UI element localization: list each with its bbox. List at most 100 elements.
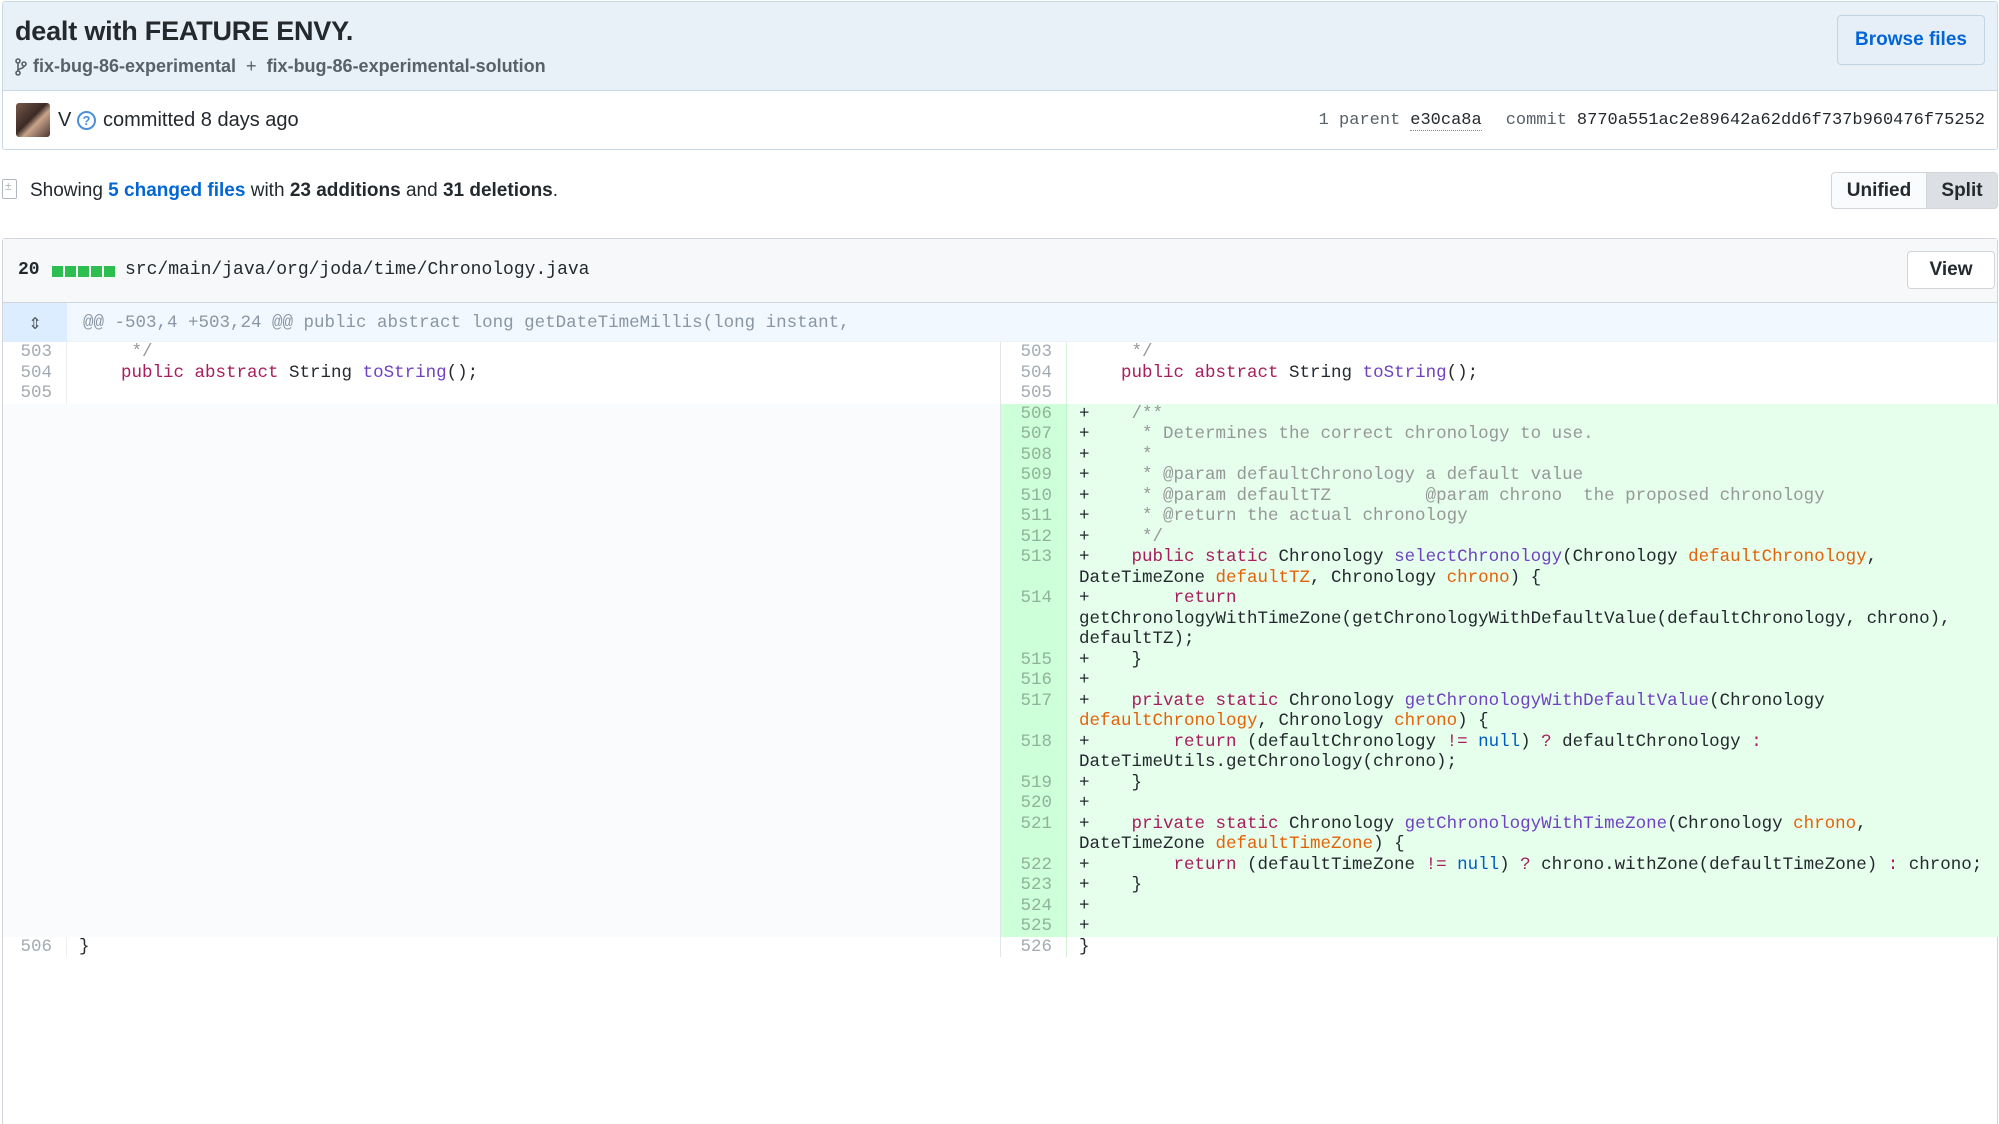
right-code: public abstract String toString(); <box>1067 363 1999 384</box>
left-code <box>67 403 1001 424</box>
right-line-number[interactable]: 512 <box>1001 526 1067 547</box>
left-line-number[interactable] <box>3 526 67 547</box>
right-line-number[interactable]: 513 <box>1001 547 1067 588</box>
left-line-number[interactable] <box>3 506 67 527</box>
right-line-number[interactable]: 506 <box>1001 403 1067 424</box>
code-token: + <box>1079 813 1132 834</box>
right-line-number[interactable]: 510 <box>1001 485 1067 506</box>
left-line-number[interactable]: 504 <box>3 362 67 383</box>
right-line-number[interactable]: 518 <box>1001 731 1067 773</box>
code-token: getChronologyWithTimeZone(getChronologyW… <box>1079 608 1951 650</box>
left-line-number[interactable] <box>3 670 67 691</box>
left-line-number[interactable] <box>3 731 67 773</box>
changed-files-link[interactable]: 5 changed files <box>108 180 245 201</box>
left-code <box>67 793 1001 814</box>
right-line-number[interactable]: 503 <box>1001 342 1067 363</box>
right-line-number[interactable]: 526 <box>1001 936 1067 957</box>
right-line-number[interactable]: 519 <box>1001 772 1067 793</box>
right-code: + private static Chronology getChronolog… <box>1067 690 1999 732</box>
code-token: ? <box>1541 731 1552 752</box>
help-icon[interactable]: ? <box>77 111 96 130</box>
code-token: return <box>1173 854 1237 875</box>
right-line-number[interactable]: 516 <box>1001 670 1067 691</box>
code-token: + <box>1079 895 1090 916</box>
right-line-number[interactable]: 515 <box>1001 649 1067 670</box>
code-token: (defaultChronology <box>1236 731 1447 752</box>
diff-row-addition: 512 + */ <box>3 526 1999 547</box>
right-line-number[interactable]: 522 <box>1001 854 1067 875</box>
code-token: toString <box>1362 362 1447 383</box>
code-token: ) <box>1520 731 1542 752</box>
file-path[interactable]: src/main/java/org/joda/time/Chronology.j… <box>125 260 589 280</box>
left-line-number[interactable] <box>3 649 67 670</box>
code-token: , Chronology <box>1310 567 1447 588</box>
left-line-number[interactable] <box>3 547 67 588</box>
left-code <box>67 526 1001 547</box>
avatar[interactable] <box>16 103 50 137</box>
code-token: + <box>1079 444 1143 465</box>
split-button[interactable]: Split <box>1927 172 1998 209</box>
code-token: */ <box>79 342 153 362</box>
left-line-number[interactable] <box>3 772 67 793</box>
right-line-number[interactable]: 511 <box>1001 506 1067 527</box>
right-line-number[interactable]: 509 <box>1001 465 1067 486</box>
code-token: defaultChronology <box>1079 711 1258 731</box>
right-line-number[interactable]: 504 <box>1001 362 1067 383</box>
author-name[interactable]: V <box>58 109 71 132</box>
branch-separator: + <box>246 56 257 76</box>
code-token: */ <box>1142 526 1164 547</box>
right-code: + * <box>1067 444 1999 465</box>
code-token: (Chronology <box>1667 813 1794 834</box>
branch-to-link[interactable]: fix-bug-86-experimental-solution <box>267 56 546 77</box>
diff-summary-text: Showing 5 changed files with 23 addition… <box>30 180 558 202</box>
diff-row-addition: 519 + } <box>3 772 1999 793</box>
right-line-number[interactable]: 524 <box>1001 895 1067 916</box>
code-token: chrono.withZone(defaultTimeZone) <box>1530 854 1888 875</box>
left-line-number[interactable] <box>3 875 67 896</box>
right-line-number[interactable]: 517 <box>1001 690 1067 732</box>
code-token: chrono; <box>1898 854 1983 875</box>
left-line-number[interactable] <box>3 588 67 650</box>
diffstat-bar <box>52 266 115 277</box>
right-line-number[interactable]: 520 <box>1001 793 1067 814</box>
left-line-number[interactable] <box>3 690 67 732</box>
right-line-number[interactable]: 514 <box>1001 588 1067 650</box>
code-token: (); <box>446 362 479 383</box>
expand-icon[interactable]: ⇕ <box>3 303 67 342</box>
diff-row-addition: 506 + /** <box>3 403 1999 424</box>
diffstat-block <box>78 266 89 277</box>
right-line-number[interactable]: 507 <box>1001 424 1067 445</box>
code-token: Chronology <box>1268 547 1395 567</box>
right-line-number[interactable]: 525 <box>1001 916 1067 937</box>
right-line-number[interactable]: 523 <box>1001 875 1067 896</box>
diff-row-addition: 510 + * @param defaultTZ @param chrono th… <box>3 485 1999 506</box>
parent-sha-link[interactable]: e30ca8a <box>1410 111 1482 131</box>
code-token: + } <box>1079 875 1143 895</box>
browse-files-button[interactable]: Browse files <box>1837 15 1985 65</box>
right-line-number[interactable]: 521 <box>1001 813 1067 855</box>
right-line-number[interactable]: 508 <box>1001 444 1067 465</box>
left-line-number[interactable] <box>3 485 67 506</box>
left-line-number[interactable]: 503 <box>3 342 67 363</box>
commit-meta: V ? committed 8 days ago 1 parent e30ca8… <box>3 92 1997 150</box>
left-line-number[interactable] <box>3 465 67 486</box>
diff-row-context: 503 */ 503 */ <box>3 342 1997 363</box>
unified-button[interactable]: Unified <box>1831 172 1927 209</box>
right-line-number[interactable]: 505 <box>1001 383 1067 404</box>
code-token: + <box>1079 403 1132 424</box>
left-code <box>67 465 1001 486</box>
diff-table: 503 */ 503 */ 504 public abstract String t… <box>3 342 1999 957</box>
left-line-number[interactable] <box>3 854 67 875</box>
left-line-number[interactable]: 506 <box>3 936 67 957</box>
left-line-number[interactable] <box>3 916 67 937</box>
left-code <box>67 670 1001 691</box>
left-line-number[interactable] <box>3 444 67 465</box>
view-file-button[interactable]: View <box>1907 251 1995 289</box>
left-line-number[interactable] <box>3 424 67 445</box>
left-line-number[interactable] <box>3 813 67 855</box>
left-line-number[interactable] <box>3 403 67 424</box>
left-line-number[interactable] <box>3 793 67 814</box>
left-line-number[interactable]: 505 <box>3 383 67 404</box>
branch-from-link[interactable]: fix-bug-86-experimental <box>33 56 236 77</box>
left-line-number[interactable] <box>3 895 67 916</box>
